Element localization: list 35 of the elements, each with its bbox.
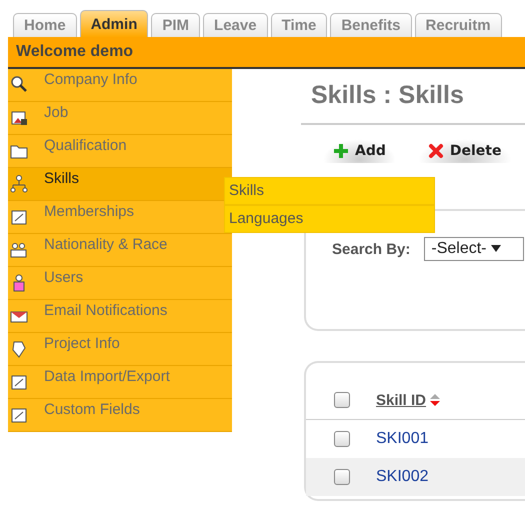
- menu-item[interactable]: Data Import/Export: [8, 366, 232, 399]
- menu-item[interactable]: Qualification: [8, 135, 232, 168]
- sort-icon: [430, 394, 440, 406]
- nav-tab[interactable]: Admin: [80, 10, 148, 37]
- plus-icon: [333, 143, 349, 159]
- menu-item[interactable]: Custom Fields: [8, 399, 232, 432]
- menu-item[interactable]: Job: [8, 102, 232, 135]
- menu-item[interactable]: Company Info: [8, 69, 232, 102]
- welcome-bar: Welcome demo: [8, 37, 525, 69]
- menu-item[interactable]: Project Info: [8, 333, 232, 366]
- caret-icon: [490, 245, 500, 253]
- menu-item[interactable]: Nationality & Race: [8, 234, 232, 267]
- add-button[interactable]: Add: [323, 139, 396, 163]
- nav-tab[interactable]: PIM: [151, 13, 200, 37]
- nav-tab[interactable]: Time: [270, 13, 328, 37]
- row-checkbox[interactable]: [334, 469, 350, 485]
- submenu-item[interactable]: Languages: [224, 205, 435, 233]
- menu-item[interactable]: Users: [8, 267, 232, 300]
- select-all-checkbox[interactable]: [334, 392, 350, 408]
- submenu-item[interactable]: Skills: [224, 177, 435, 205]
- skill-id-link[interactable]: SKI001: [376, 430, 428, 448]
- row-checkbox[interactable]: [334, 431, 350, 447]
- search-label: Search By:: [332, 240, 410, 258]
- nav-tab[interactable]: Recruitm: [414, 13, 502, 37]
- people-icon: [10, 240, 28, 260]
- nav-tab[interactable]: Home: [13, 13, 77, 37]
- column-header[interactable]: Skill ID: [376, 392, 440, 408]
- skill-id-link[interactable]: SKI002: [376, 468, 428, 486]
- tree-icon: [10, 174, 28, 194]
- search-select[interactable]: -Select-: [424, 237, 524, 261]
- close-icon: [428, 143, 444, 159]
- nav-tab[interactable]: Benefits: [330, 13, 412, 37]
- nav-tab[interactable]: Leave: [203, 13, 268, 37]
- menu-item[interactable]: Email Notifications: [8, 300, 232, 333]
- page-title: Skills : Skills: [310, 80, 465, 111]
